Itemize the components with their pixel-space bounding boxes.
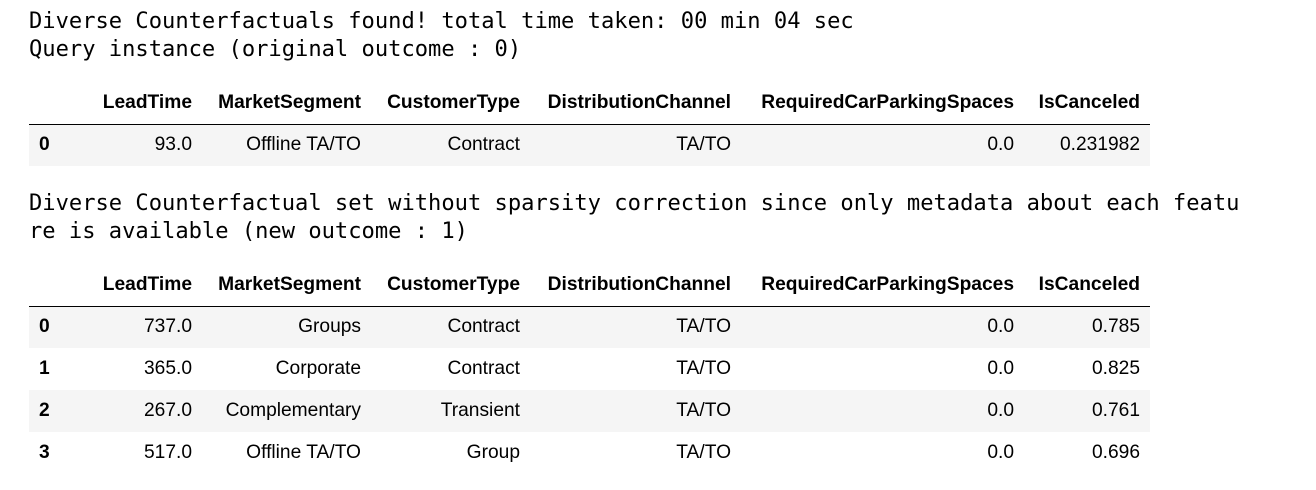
cell-marketsegment: Corporate — [275, 358, 361, 379]
cell-marketsegment: Groups — [298, 316, 361, 338]
cell-leadtime: 267.0 — [143, 400, 192, 421]
cell-iscanceled: 0.825 — [1091, 358, 1140, 379]
cell-leadtime: 737.0 — [143, 316, 192, 338]
cell-requiredcarparkingspaces: 0.0 — [987, 442, 1014, 463]
row-index: 2 — [39, 400, 50, 421]
cell-iscanceled: 0.785 — [1091, 316, 1140, 338]
cell-distributionchannel: TA/TO — [676, 400, 731, 421]
column-header-marketsegment: MarketSegment — [218, 91, 361, 113]
cell-requiredcarparkingspaces: 0.0 — [987, 400, 1014, 421]
cell-leadtime: 365.0 — [143, 358, 192, 379]
counterfactual-table: LeadTime MarketSegment CustomerType Dist… — [29, 264, 1150, 474]
column-header-customertype: CustomerType — [387, 273, 520, 295]
cell-iscanceled: 0.696 — [1091, 442, 1140, 463]
index-header — [29, 264, 60, 306]
status-text: Diverse Counterfactuals found! total tim… — [29, 8, 854, 34]
cell-leadtime: 517.0 — [143, 442, 192, 463]
cell-customertype: Contract — [447, 358, 520, 379]
cell-customertype: Transient — [440, 400, 520, 421]
row-index: 0 — [39, 316, 50, 338]
table-row: 3 517.0 Offline TA/TO Group TA/TO 0.0 0.… — [29, 432, 1150, 474]
row-index: 1 — [39, 358, 50, 379]
cell-requiredcarparkingspaces: 0.0 — [987, 358, 1014, 379]
counterfactual-heading-line-2: re is available (new outcome : 1) — [29, 218, 468, 244]
cell-leadtime: 93.0 — [154, 134, 192, 156]
table-row: 0 93.0 Offline TA/TO Contract TA/TO 0.0 … — [29, 124, 1150, 166]
index-header — [29, 82, 60, 124]
column-header-customertype: CustomerType — [387, 91, 520, 113]
cell-customertype: Group — [466, 442, 520, 463]
cell-iscanceled: 0.761 — [1091, 400, 1140, 421]
column-header-marketsegment: MarketSegment — [218, 273, 361, 295]
column-header-iscanceled: IsCanceled — [1038, 273, 1140, 295]
table-row: 0 737.0 Groups Contract TA/TO 0.0 0.785 — [29, 306, 1150, 348]
column-header-leadtime: LeadTime — [102, 273, 192, 295]
notebook-output: Diverse Counterfactuals found! total tim… — [0, 0, 1316, 490]
column-header-iscanceled: IsCanceled — [1038, 91, 1140, 113]
cell-distributionchannel: TA/TO — [676, 442, 731, 463]
column-header-requiredcarparkingspaces: RequiredCarParkingSpaces — [761, 273, 1014, 295]
cell-requiredcarparkingspaces: 0.0 — [987, 316, 1014, 338]
column-header-distributionchannel: DistributionChannel — [547, 273, 731, 295]
query-instance-table: LeadTime MarketSegment CustomerType Dist… — [29, 82, 1150, 166]
cell-iscanceled: 0.231982 — [1059, 134, 1140, 156]
cell-marketsegment: Offline TA/TO — [246, 442, 361, 463]
cell-marketsegment: Complementary — [225, 400, 361, 421]
cell-customertype: Contract — [447, 134, 520, 156]
cell-customertype: Contract — [447, 316, 520, 338]
column-header-leadtime: LeadTime — [102, 91, 192, 113]
cell-distributionchannel: TA/TO — [676, 134, 731, 156]
query-instance-heading: Query instance (original outcome : 0) — [29, 36, 522, 62]
table-row: 2 267.0 Complementary Transient TA/TO 0.… — [29, 390, 1150, 432]
column-header-distributionchannel: DistributionChannel — [547, 91, 731, 113]
table-header-row: LeadTime MarketSegment CustomerType Dist… — [29, 264, 1150, 306]
cell-marketsegment: Offline TA/TO — [246, 134, 361, 156]
row-index: 0 — [39, 134, 50, 156]
cell-distributionchannel: TA/TO — [676, 316, 731, 338]
counterfactual-heading-line-1: Diverse Counterfactual set without spars… — [29, 190, 1240, 216]
cell-distributionchannel: TA/TO — [676, 358, 731, 379]
table-row: 1 365.0 Corporate Contract TA/TO 0.0 0.8… — [29, 348, 1150, 390]
table-header-row: LeadTime MarketSegment CustomerType Dist… — [29, 82, 1150, 124]
column-header-requiredcarparkingspaces: RequiredCarParkingSpaces — [761, 91, 1014, 113]
cell-requiredcarparkingspaces: 0.0 — [987, 134, 1014, 156]
row-index: 3 — [39, 442, 50, 463]
